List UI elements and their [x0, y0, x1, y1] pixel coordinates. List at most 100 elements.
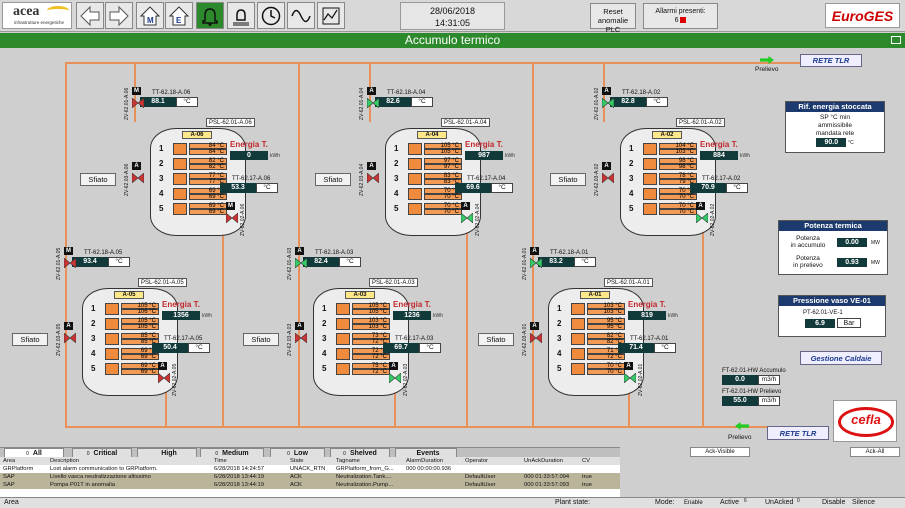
temp-lower: 103 °C: [587, 309, 625, 315]
valve-top-a-04[interactable]: [366, 97, 380, 109]
ack-all-button[interactable]: Ack-All: [850, 447, 900, 457]
tab-label: Critical: [93, 450, 118, 457]
tt-top-display: 82.4 °C: [303, 257, 361, 267]
tt-top-a-04: TT-62.18-A.04 82.6 °C: [375, 90, 433, 107]
tt-top-value: 82.4: [303, 257, 339, 267]
gestione-caldaie-button[interactable]: Gestione Caldaie: [800, 351, 882, 365]
sfiato-button-a-04[interactable]: Sfiato: [315, 173, 351, 186]
table-row[interactable]: SAP Livello vasca neutralizzazione altiss…: [0, 473, 620, 481]
rete-tlr-top-button[interactable]: RETE TLR: [800, 54, 862, 67]
mode-badge-mid: A: [367, 162, 376, 170]
valve-bot-a-03[interactable]: [388, 372, 402, 384]
cefla-logo: cefla: [833, 400, 897, 442]
back-arrow-button[interactable]: [76, 2, 104, 29]
table-cell: true: [582, 474, 592, 480]
alarm-bell-button[interactable]: [196, 2, 224, 29]
column-header: Description: [50, 458, 79, 464]
sfiato-button-a-06[interactable]: Sfiato: [80, 173, 116, 186]
bell-lines-icon: [233, 8, 249, 25]
mode-badge-bot: A: [158, 362, 167, 370]
tank-id-a-01: A-01: [580, 291, 610, 299]
temp-lower: 105 °C: [352, 309, 390, 315]
rif-value[interactable]: 90.0: [816, 138, 847, 147]
temp-lower: 97 °C: [424, 164, 462, 170]
table-cell: true: [582, 482, 592, 488]
trend-wave-button[interactable]: [287, 2, 315, 29]
tank-row-number: 4: [557, 349, 562, 358]
valve-top-a-06[interactable]: [131, 97, 145, 109]
pipe-mid: [298, 62, 300, 427]
minimize-icon[interactable]: [891, 36, 901, 44]
tt-bot-a-02: TT-62.17-A.02 70.9 °C: [690, 176, 748, 193]
valve-bot-a-02[interactable]: [695, 212, 709, 224]
temp-lower: 72 °C: [352, 369, 390, 375]
tt-bot-unit: °C: [726, 183, 748, 193]
mode-badge-top: M: [64, 247, 73, 255]
sfiato-button-a-05[interactable]: Sfiato: [12, 333, 48, 346]
valve-top-a-02[interactable]: [601, 97, 615, 109]
valve-mid-a-04[interactable]: [366, 172, 380, 184]
zv-bot-label: ZV-62.02-A.05: [172, 363, 178, 396]
valve-bot-a-04[interactable]: [460, 212, 474, 224]
trend-chart-button[interactable]: [317, 2, 345, 29]
energy-block-a-05: Energia T. 1356 kWh: [162, 300, 212, 320]
zv-top-label: ZV-62.01-A.04: [359, 87, 365, 120]
home-e-button[interactable]: E: [165, 2, 193, 29]
rete-tlr-bottom-button[interactable]: RETE TLR: [767, 426, 829, 440]
tank-row-number: 1: [322, 304, 327, 313]
energy-label: Energia T.: [162, 300, 200, 309]
tank-row-number: 2: [91, 319, 96, 328]
reset-plc-anomalies-button[interactable]: Reset anomalie PLC: [590, 3, 636, 34]
mode-value: Enable: [684, 500, 703, 506]
valve-icon: [460, 212, 474, 224]
valve-icon: [695, 212, 709, 224]
bell-list-button[interactable]: [227, 2, 255, 29]
main-return-pipe: [65, 426, 805, 428]
valve-icon: [157, 372, 171, 384]
tt-bot-tag: TT-62.17-A.04: [467, 176, 506, 182]
sfiato-button-a-02[interactable]: Sfiato: [550, 173, 586, 186]
rif-line2: ammissibile: [818, 122, 852, 129]
logo-name: acea: [13, 4, 40, 19]
zv-mid-label: ZV-62.03-A.01: [522, 323, 528, 356]
tt-bot-display: 50.4 °C: [152, 343, 210, 353]
column-header: AlarmDuration: [406, 458, 444, 464]
alarms-present-box[interactable]: Allarmi presenti: 6: [643, 3, 718, 29]
zv-mid-label: ZV-62.03-A.05: [56, 323, 62, 356]
valve-top-a-05[interactable]: [63, 257, 77, 269]
alarm-table-header: Area Description Time State Tagname AlarmDura…: [0, 457, 620, 465]
tt-top-tag: TT-62.18-A.01: [550, 250, 589, 256]
temp-lower: 105 °C: [121, 324, 159, 330]
tt-bot-tag: TT-62.17-A.02: [702, 176, 741, 182]
valve-top-a-01[interactable]: [529, 257, 543, 269]
valve-mid-a-01[interactable]: [529, 332, 543, 344]
tank-row-number: 5: [159, 204, 164, 213]
valve-mid-a-03[interactable]: [294, 332, 308, 344]
home-m-button[interactable]: M: [136, 2, 164, 29]
valve-bot-a-05[interactable]: [157, 372, 171, 384]
tank-row-number: 3: [629, 174, 634, 183]
forward-arrow-button[interactable]: [105, 2, 133, 29]
valve-mid-a-06[interactable]: [131, 172, 145, 184]
tt-top-tag: TT-62.18-A.04: [387, 90, 426, 96]
table-cell: DefaultUser: [465, 474, 496, 480]
sfiato-button-a-01[interactable]: Sfiato: [478, 333, 514, 346]
valve-bot-a-01[interactable]: [623, 372, 637, 384]
valve-mid-a-02[interactable]: [601, 172, 615, 184]
valve-bot-a-06[interactable]: [225, 212, 239, 224]
tank-row-number: 3: [322, 334, 327, 343]
valve-mid-a-05[interactable]: [63, 332, 77, 344]
temp-lower: 69 °C: [189, 209, 227, 215]
tank-row-number: 5: [394, 204, 399, 213]
time-text: 14:31:05: [434, 18, 471, 28]
energy-label: Energia T.: [465, 140, 503, 149]
ack-visible-button[interactable]: Ack-Visible: [690, 447, 750, 457]
table-row[interactable]: GRPlatform Lost alarm communication to GR…: [0, 465, 620, 473]
tank-id-a-02: A-02: [652, 131, 682, 139]
energy-block-a-03: Energia T. 1236 kWh: [393, 300, 443, 320]
column-header: State: [290, 458, 304, 464]
sfiato-button-a-03[interactable]: Sfiato: [243, 333, 279, 346]
clock-button[interactable]: [257, 2, 285, 29]
valve-top-a-03[interactable]: [294, 257, 308, 269]
table-row[interactable]: SAP Pompa P01T in anomalia 6/28/2018 13:44…: [0, 481, 620, 489]
